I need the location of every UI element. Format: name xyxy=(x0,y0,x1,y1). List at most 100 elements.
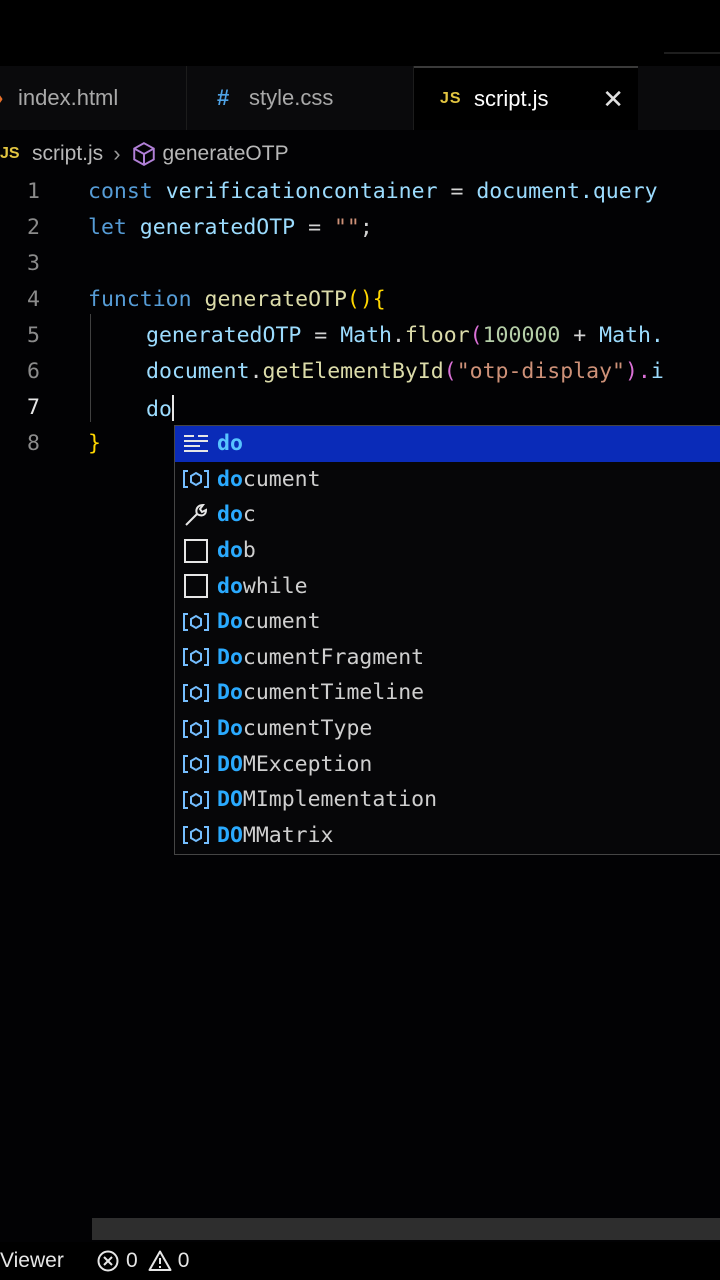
line-number: 1 xyxy=(27,179,40,204)
code-line-6: document.getElementById("otp-display").i xyxy=(146,359,664,384)
status-problems[interactable]: 0 xyxy=(96,1249,138,1273)
variable-icon xyxy=(181,787,211,813)
token-object: document.query xyxy=(476,179,658,204)
token-keyword: const xyxy=(88,179,153,204)
token-paren: ). xyxy=(624,359,651,384)
suggestion-match: Do xyxy=(217,609,243,635)
suggestion-match: do xyxy=(217,502,243,528)
token-variable: generatedOTP xyxy=(146,323,302,348)
variable-icon xyxy=(181,822,211,848)
chevron-right-icon: › xyxy=(113,141,121,166)
suggestion-rest: cument xyxy=(242,609,321,635)
js-icon: JS xyxy=(440,90,462,107)
suggestion-item[interactable]: DO MImplementation xyxy=(175,782,720,818)
token-keyword: let xyxy=(88,215,127,240)
suggestion-match: do xyxy=(217,538,243,564)
breadcrumb-file[interactable]: script.js xyxy=(32,142,103,166)
token-keyword: function xyxy=(88,287,192,312)
suggestion-item[interactable]: Do cument xyxy=(175,604,720,640)
token-typed: do xyxy=(146,397,172,422)
autocomplete-suggestions[interactable]: do do cument do c do b do while Do cument Do c… xyxy=(174,425,720,855)
variable-icon xyxy=(181,751,211,777)
tab-label: script.js xyxy=(474,86,549,111)
token-function: getElementById xyxy=(262,359,444,384)
token-function: floor xyxy=(404,323,470,348)
keyword-icon xyxy=(181,431,211,457)
code-editor[interactable]: 1 2 3 4 5 6 7 8 const verificationcontai… xyxy=(0,174,720,464)
suggestion-rest: MMatrix xyxy=(242,822,334,848)
suggestion-rest: cumentTimeline xyxy=(242,680,425,706)
code-line-4: function generateOTP(){ xyxy=(88,287,386,312)
horizontal-scrollbar[interactable] xyxy=(92,1218,720,1240)
token-paren: ( xyxy=(443,359,457,384)
suggestion-item[interactable]: DO MException xyxy=(175,746,720,782)
symbol-method-icon xyxy=(132,142,155,166)
code-line-7: do xyxy=(146,395,174,422)
suggestion-item[interactable]: DO MMatrix xyxy=(175,818,720,854)
suggestion-match: do xyxy=(217,573,243,599)
code-line-1: const verificationcontainer = document.q… xyxy=(88,179,658,204)
token-paren: ( xyxy=(469,323,483,348)
breadcrumb-symbol[interactable]: generateOTP xyxy=(163,142,289,166)
token-dot: . xyxy=(249,359,263,384)
indent-guide xyxy=(90,314,91,422)
token-variable: generatedOTP xyxy=(139,215,296,240)
suggestion-item[interactable]: do cument xyxy=(175,462,720,498)
tab-label: style.css xyxy=(249,85,334,110)
token-brace: { xyxy=(372,287,386,312)
error-icon xyxy=(97,1250,119,1272)
suggestion-item[interactable]: do while xyxy=(175,568,720,604)
tab-script-js[interactable]: JS script.js ✕ xyxy=(414,66,638,130)
line-number: 3 xyxy=(27,251,40,276)
token-string: "" xyxy=(333,215,360,240)
snippet-icon xyxy=(181,538,211,564)
warning-icon xyxy=(148,1250,172,1271)
tab-index-html[interactable]: › index.html xyxy=(0,66,187,130)
title-bar-divider xyxy=(664,52,720,54)
suggestion-item-selected[interactable]: do xyxy=(175,426,720,462)
suggestion-item[interactable]: do b xyxy=(175,533,720,569)
suggestion-rest: MImplementation xyxy=(242,787,438,813)
line-number-active: 7 xyxy=(27,395,40,420)
suggestion-match: do xyxy=(217,466,243,492)
suggestion-item[interactable]: Do cumentType xyxy=(175,711,720,747)
token-object: document xyxy=(146,359,250,384)
token-operator: = xyxy=(437,179,477,204)
suggestion-match: DO xyxy=(217,822,243,848)
title-bar xyxy=(0,0,720,66)
suggestion-match: do xyxy=(217,431,243,457)
suggestion-match: Do xyxy=(217,644,243,670)
token-dot: . xyxy=(391,323,405,348)
error-count: 0 xyxy=(126,1249,138,1272)
suggestion-rest: cument xyxy=(242,466,321,492)
token-object: Math xyxy=(340,323,392,348)
suggestion-rest: c xyxy=(242,502,256,528)
css-hash-icon: # xyxy=(217,85,230,110)
suggestion-item[interactable]: Do cumentFragment xyxy=(175,640,720,676)
html-chevron-icon: › xyxy=(0,85,18,111)
suggestion-rest: cumentType xyxy=(242,716,373,742)
variable-icon xyxy=(181,644,211,670)
status-warnings[interactable]: 0 xyxy=(148,1249,189,1273)
token-brace: } xyxy=(88,431,101,456)
token-number: 100000 xyxy=(482,323,561,348)
line-number: 5 xyxy=(27,323,40,348)
suggestion-item[interactable]: Do cumentTimeline xyxy=(175,675,720,711)
tab-style-css[interactable]: # style.css xyxy=(187,66,414,130)
token-paren: () xyxy=(346,287,373,312)
close-icon[interactable]: ✕ xyxy=(602,84,624,114)
wrench-icon xyxy=(181,502,211,528)
suggestion-match: DO xyxy=(217,787,243,813)
line-number: 2 xyxy=(27,215,40,240)
status-viewer[interactable]: Viewer xyxy=(0,1249,96,1273)
tab-label: index.html xyxy=(18,85,119,110)
suggestion-match: Do xyxy=(217,680,243,706)
breadcrumb: JS script.js › generateOTP xyxy=(0,134,720,174)
line-number: 4 xyxy=(27,287,40,312)
token-string: "otp-display" xyxy=(456,359,625,384)
token-function: generateOTP xyxy=(204,287,347,312)
suggestion-item[interactable]: do c xyxy=(175,497,720,533)
suggestion-match: Do xyxy=(217,716,243,742)
text-cursor xyxy=(171,395,174,421)
status-bar: Viewer 0 0 xyxy=(0,1242,720,1280)
